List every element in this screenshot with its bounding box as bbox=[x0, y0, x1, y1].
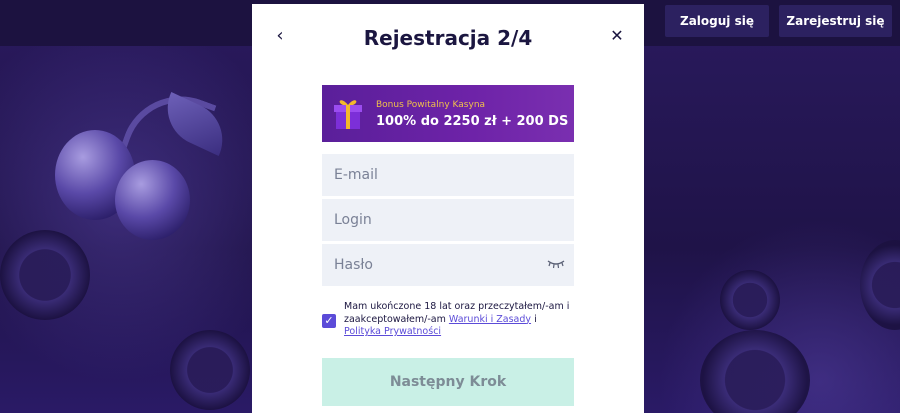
bonus-headline: 100% do 2250 zł + 200 DS bbox=[376, 114, 569, 129]
terms-conjunction: i bbox=[534, 313, 537, 325]
welcome-bonus-banner: Bonus Powitalny Kasyna 100% do 2250 zł +… bbox=[322, 85, 574, 142]
privacy-link[interactable]: Polityka Prywatności bbox=[344, 326, 441, 337]
modal-title: Rejestracja 2/4 bbox=[363, 26, 533, 50]
casino-chip-decoration bbox=[860, 240, 900, 330]
terms-checkbox[interactable]: ✓ bbox=[322, 314, 336, 328]
email-field[interactable] bbox=[322, 154, 574, 196]
login-button[interactable]: Zaloguj się bbox=[665, 5, 769, 37]
register-button[interactable]: Zarejestruj się bbox=[779, 5, 892, 37]
bonus-subtitle: Bonus Powitalny Kasyna bbox=[376, 100, 486, 110]
casino-chip-decoration bbox=[0, 230, 90, 320]
password-field[interactable] bbox=[322, 244, 574, 286]
casino-chip-decoration bbox=[720, 270, 780, 330]
casino-chip-decoration bbox=[170, 330, 250, 410]
terms-text: Mam ukończone 18 lat oraz przeczytałem/-… bbox=[344, 301, 576, 339]
close-icon[interactable]: ✕ bbox=[609, 26, 625, 46]
hidden-eye-icon[interactable] bbox=[547, 258, 565, 270]
cherry-decoration bbox=[115, 160, 190, 240]
registration-modal: ‹ Rejestracja 2/4 ✕ Bonus Powitalny Kasy… bbox=[252, 4, 644, 413]
terms-link[interactable]: Warunki i Zasady bbox=[449, 314, 531, 325]
casino-chip-decoration bbox=[700, 330, 810, 413]
next-step-button[interactable]: Następny Krok bbox=[322, 358, 574, 406]
login-field[interactable] bbox=[322, 199, 574, 241]
gift-icon bbox=[334, 100, 362, 129]
